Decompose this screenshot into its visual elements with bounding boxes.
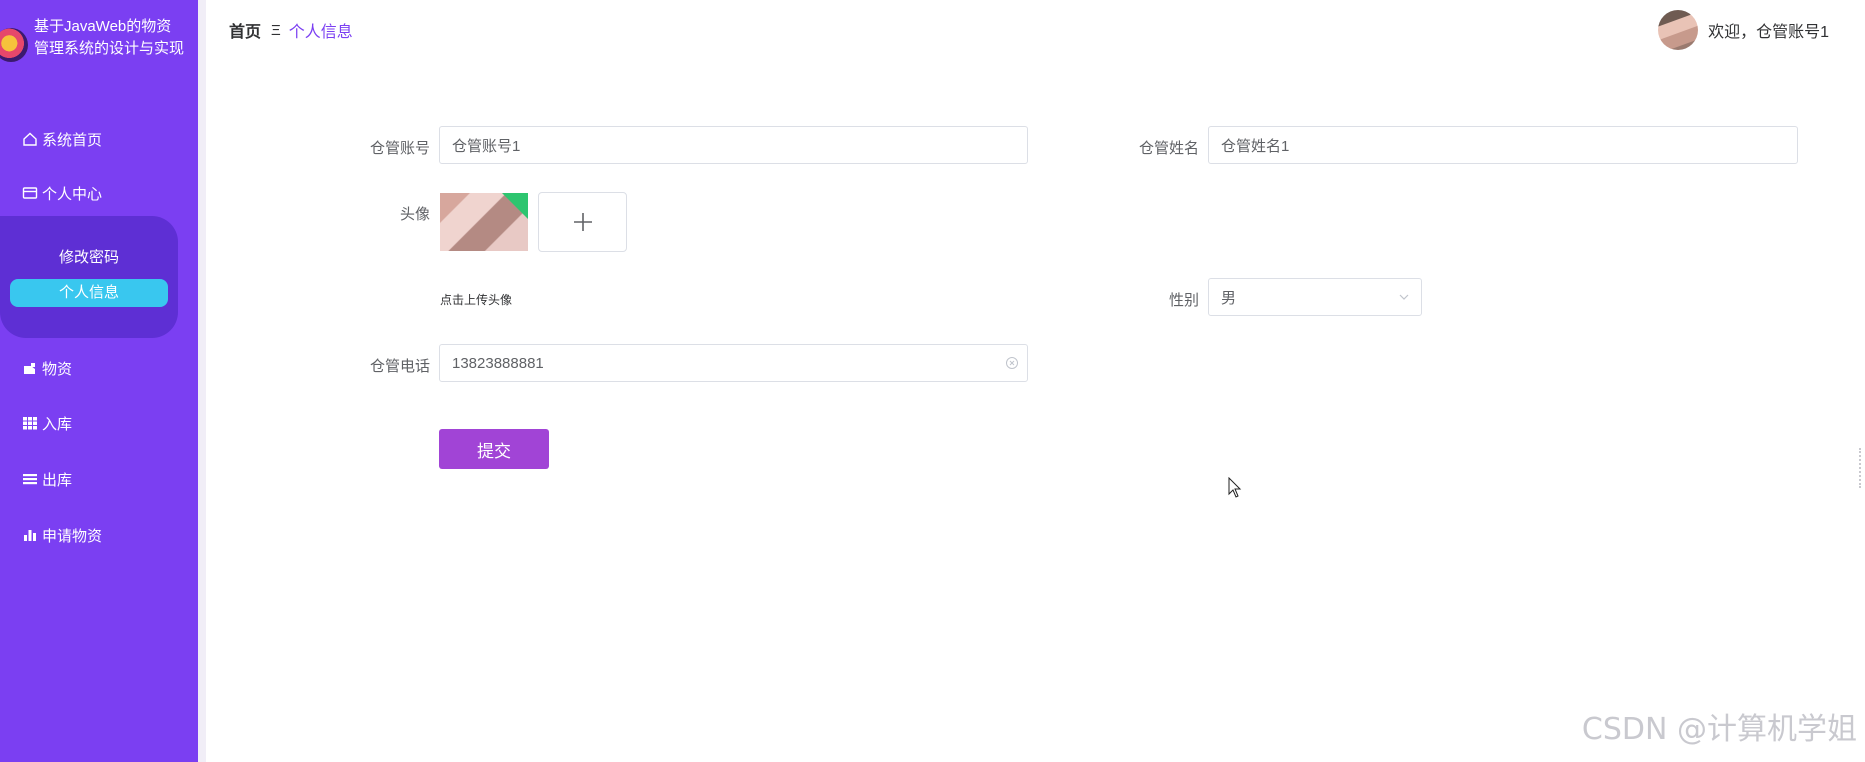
submit-button[interactable]: 提交 xyxy=(439,429,549,469)
sidebar-item-label: 申请物资 xyxy=(42,527,103,545)
menu-icon xyxy=(23,474,37,485)
breadcrumb: 首页 Ξ 个人信息 xyxy=(229,18,353,42)
sidebar-item-materials[interactable]: 物资 xyxy=(22,356,72,380)
sidebar-item-outbound[interactable]: 出库 xyxy=(22,467,72,491)
sidebar-item-label: 物资 xyxy=(42,360,73,378)
sidebar-divider xyxy=(198,0,206,762)
sidebar-item-label: 个人中心 xyxy=(42,185,103,203)
name-field[interactable]: 仓管姓名1 xyxy=(1208,126,1798,164)
sidebar-item-label: 入库 xyxy=(42,415,73,433)
sidebar: 基于JavaWeb的物资管理系统的设计与实现 系统首页 个人中心 修改密码 个人… xyxy=(0,0,198,762)
user-area[interactable]: 欢迎，仓管账号1 xyxy=(1658,10,1829,50)
submenu-item-change-password[interactable]: 修改密码 xyxy=(0,246,178,267)
sidebar-item-profile-center[interactable]: 个人中心 xyxy=(22,181,102,205)
upload-hint: 点击上传头像 xyxy=(440,293,513,307)
sidebar-item-label: 系统首页 xyxy=(42,131,103,149)
sidebar-item-label: 出库 xyxy=(42,471,73,489)
watermark: CSDN @计算机学姐 xyxy=(1581,712,1857,747)
profile-submenu: 修改密码 个人信息 xyxy=(0,216,178,338)
plus-icon xyxy=(573,213,592,231)
clear-icon[interactable] xyxy=(1005,356,1019,370)
home-icon xyxy=(23,132,37,146)
bar-chart-icon xyxy=(24,530,36,541)
sidebar-item-home[interactable]: 系统首页 xyxy=(22,127,102,151)
app-title: 基于JavaWeb的物资管理系统的设计与实现 xyxy=(34,18,185,57)
submenu-item-personal-info[interactable]: 个人信息 xyxy=(10,279,168,307)
chevron-down-icon xyxy=(1399,294,1409,300)
account-field[interactable]: 仓管账号1 xyxy=(439,126,1028,164)
breadcrumb-current: 个人信息 xyxy=(288,24,353,41)
upload-avatar-button[interactable] xyxy=(538,192,627,252)
edge-decoration xyxy=(1859,448,1865,488)
phone-value: 13823888881 xyxy=(452,354,544,372)
tag-icon xyxy=(24,363,35,374)
sidebar-item-apply-materials[interactable]: 申请物资 xyxy=(22,523,102,547)
grid-icon xyxy=(23,417,37,430)
gender-value: 男 xyxy=(1221,289,1237,307)
sidebar-item-inbound[interactable]: 入库 xyxy=(22,411,72,435)
gender-select[interactable]: 男 xyxy=(1208,278,1422,316)
phone-field[interactable]: 13823888881 xyxy=(439,344,1028,382)
welcome-text: 欢迎，仓管账号1 xyxy=(1708,24,1829,41)
account-value: 仓管账号1 xyxy=(452,137,521,155)
account-label: 仓管账号 xyxy=(369,140,430,157)
thumb-corner xyxy=(502,193,528,219)
avatar[interactable] xyxy=(1658,10,1699,50)
name-label: 仓管姓名 xyxy=(1138,140,1199,157)
phone-label: 仓管电话 xyxy=(369,358,430,375)
avatar-label: 头像 xyxy=(399,206,430,223)
gender-label: 性别 xyxy=(1168,292,1199,309)
avatar-preview[interactable] xyxy=(440,193,528,251)
breadcrumb-home[interactable]: 首页 xyxy=(229,18,261,42)
breadcrumb-separator-icon: Ξ xyxy=(271,21,281,39)
id-card-icon xyxy=(22,187,38,199)
name-value: 仓管姓名1 xyxy=(1221,137,1290,155)
logo-icon xyxy=(0,28,28,62)
mouse-cursor-icon xyxy=(1228,477,1242,498)
